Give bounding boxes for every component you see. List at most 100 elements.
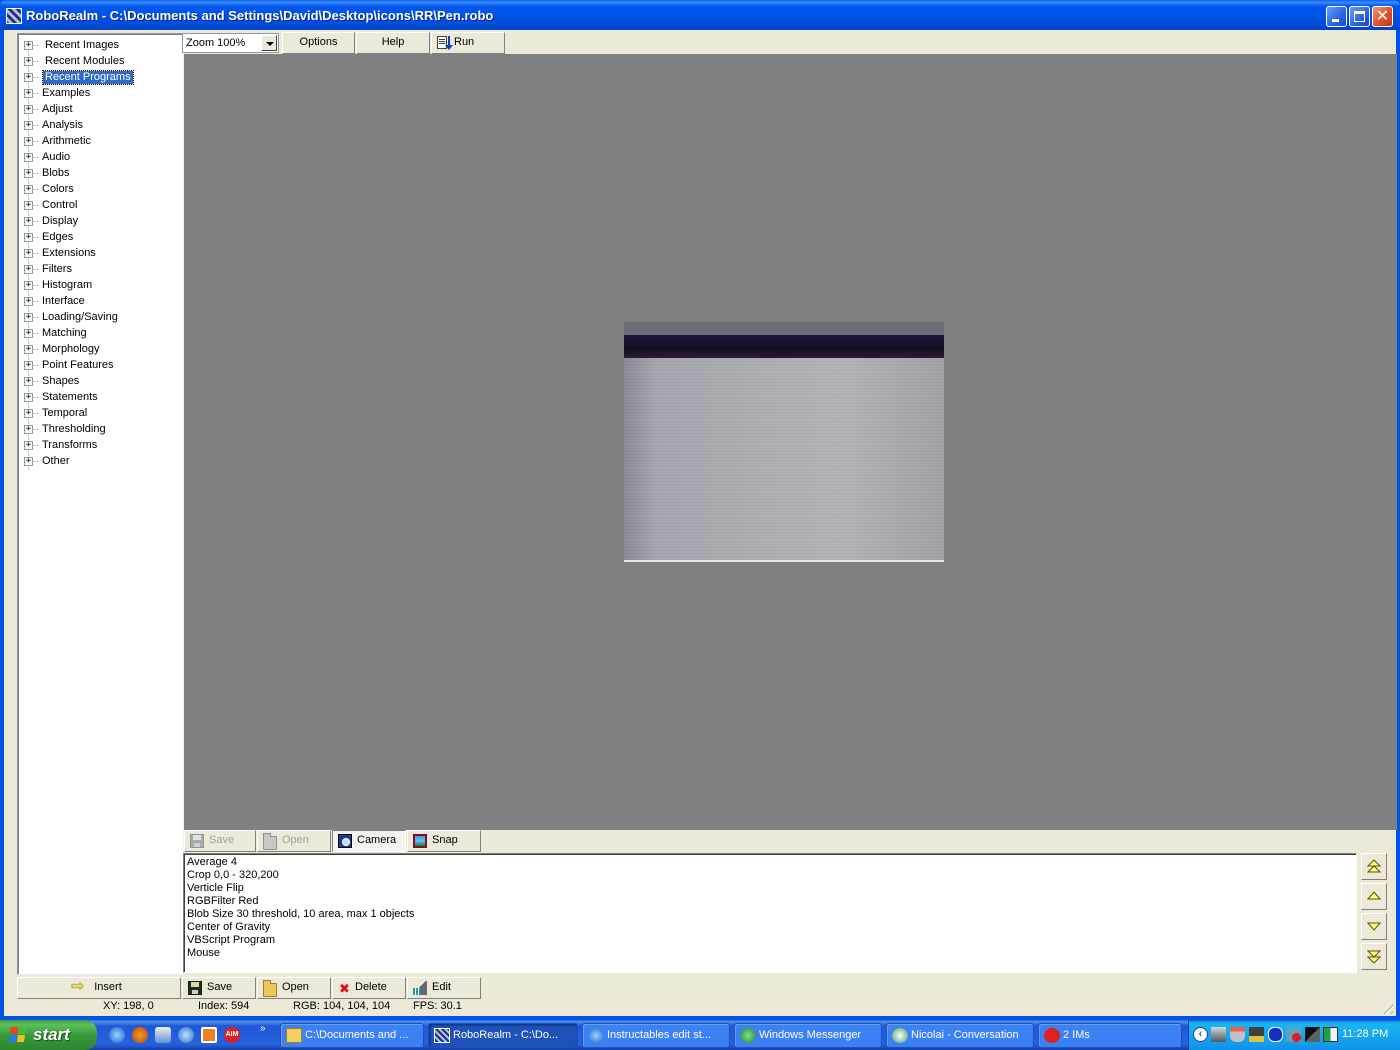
tree-item-label[interactable]: Recent Modules xyxy=(43,55,127,68)
module-tree[interactable]: + Recent Images + Recent Modules + Recent Pro… xyxy=(17,33,184,975)
bluetooth-icon[interactable] xyxy=(1268,1027,1283,1042)
run-button[interactable]: Run xyxy=(431,32,505,54)
messenger-status-icon[interactable] xyxy=(1286,1027,1301,1042)
skype-icon[interactable] xyxy=(178,1027,194,1043)
image-viewport[interactable] xyxy=(184,54,1397,830)
aim-icon[interactable]: AIM xyxy=(224,1027,240,1043)
tree-item-label[interactable]: Transforms xyxy=(40,439,99,452)
tree-item-label[interactable]: Recent Programs xyxy=(42,70,134,85)
taskbar-button[interactable]: Windows Messenger xyxy=(734,1023,882,1048)
tree-item[interactable]: + Arithmetic xyxy=(18,134,178,150)
plus-expand-icon[interactable]: + xyxy=(24,57,33,66)
plus-expand-icon[interactable]: + xyxy=(24,393,33,402)
plus-expand-icon[interactable]: + xyxy=(24,185,33,194)
tray-expand-button[interactable]: ‹ xyxy=(1193,1027,1208,1042)
display-icon[interactable] xyxy=(1305,1027,1320,1042)
taskbar-button[interactable]: Instructables edit st... xyxy=(582,1023,730,1048)
tree-item-label[interactable]: Point Features xyxy=(40,359,116,372)
tree-item-label[interactable]: Extensions xyxy=(40,247,98,260)
internet-explorer-icon[interactable] xyxy=(109,1027,125,1043)
plus-expand-icon[interactable]: + xyxy=(24,73,33,82)
zoom-dropdown[interactable]: Zoom 100% xyxy=(182,33,279,53)
tree-item[interactable]: + Recent Modules xyxy=(18,54,178,70)
program-open-button[interactable]: Open xyxy=(257,977,331,999)
plus-expand-icon[interactable]: + xyxy=(24,137,33,146)
tree-item-label[interactable]: Examples xyxy=(40,87,92,100)
tree-item-label[interactable]: Display xyxy=(40,215,80,228)
tree-item-label[interactable]: Thresholding xyxy=(40,423,108,436)
tree-item[interactable]: + Analysis xyxy=(18,118,178,134)
firefox-icon[interactable] xyxy=(132,1027,148,1043)
tree-item[interactable]: + Statements xyxy=(18,390,178,406)
app-tray-icon[interactable] xyxy=(1323,1027,1338,1042)
program-step[interactable]: Mouse xyxy=(187,947,1353,960)
move-up-button[interactable] xyxy=(1361,883,1387,910)
tree-item[interactable]: + Interface xyxy=(18,294,178,310)
image-save-button[interactable]: Save xyxy=(184,830,256,852)
tree-item-label[interactable]: Loading/Saving xyxy=(40,311,120,324)
plus-expand-icon[interactable]: + xyxy=(24,217,33,226)
tree-item-label[interactable]: Matching xyxy=(40,327,89,340)
tree-item-label[interactable]: Audio xyxy=(40,151,72,164)
maximize-button[interactable] xyxy=(1349,6,1370,27)
plus-expand-icon[interactable]: + xyxy=(24,265,33,274)
clock-icon[interactable] xyxy=(201,1027,217,1043)
plus-expand-icon[interactable]: + xyxy=(24,457,33,466)
delete-button[interactable]: Delete xyxy=(332,977,406,999)
tree-item[interactable]: + Point Features xyxy=(18,358,178,374)
edit-button[interactable]: Edit xyxy=(407,977,481,999)
move-to-bottom-button[interactable] xyxy=(1361,943,1387,970)
tree-item[interactable]: + Temporal xyxy=(18,406,178,422)
taskbar-button[interactable]: RoboRealm - C:\Do... xyxy=(428,1023,578,1048)
tree-item-label[interactable]: Statements xyxy=(40,391,100,404)
start-button[interactable]: start xyxy=(0,1020,97,1050)
tree-item-label[interactable]: Morphology xyxy=(40,343,101,356)
program-step[interactable]: Center of Gravity xyxy=(187,921,1353,934)
plus-expand-icon[interactable]: + xyxy=(24,441,33,450)
tree-item[interactable]: + Adjust xyxy=(18,102,178,118)
tree-item-label[interactable]: Interface xyxy=(40,295,87,308)
chevron-down-icon[interactable] xyxy=(261,35,277,51)
program-step[interactable]: Average 4 xyxy=(187,856,1353,869)
outlook-icon[interactable] xyxy=(155,1027,171,1043)
title-bar[interactable]: RoboRealm - C:\Documents and Settings\Da… xyxy=(0,0,1400,30)
program-pipeline-list[interactable]: Average 4 Crop 0,0 - 320,200 Verticle Flip… xyxy=(183,853,1357,973)
tree-item[interactable]: + Audio xyxy=(18,150,178,166)
taskbar-button[interactable]: 2 IMs xyxy=(1038,1023,1182,1048)
tree-item-label[interactable]: Control xyxy=(40,199,79,212)
tree-item[interactable]: + Recent Images xyxy=(18,38,178,54)
tree-item[interactable]: + Recent Programs xyxy=(18,70,178,86)
tree-item-label[interactable]: Adjust xyxy=(40,103,75,116)
program-save-button[interactable]: Save xyxy=(182,977,256,999)
roborealm-app-icon[interactable] xyxy=(6,8,22,24)
program-step[interactable]: Verticle Flip xyxy=(187,882,1353,895)
plus-expand-icon[interactable]: + xyxy=(24,121,33,130)
tree-item-label[interactable]: Colors xyxy=(40,183,76,196)
plus-expand-icon[interactable]: + xyxy=(24,169,33,178)
tree-item-label[interactable]: Recent Images xyxy=(43,39,121,52)
tree-item[interactable]: + Control xyxy=(18,198,178,214)
plus-expand-icon[interactable]: + xyxy=(24,297,33,306)
tree-item-label[interactable]: Other xyxy=(40,455,72,468)
program-step[interactable]: Blob Size 30 threshold, 10 area, max 1 o… xyxy=(187,908,1353,921)
plus-expand-icon[interactable]: + xyxy=(24,329,33,338)
move-to-top-button[interactable] xyxy=(1361,853,1387,880)
program-step[interactable]: Crop 0,0 - 320,200 xyxy=(187,869,1353,882)
tree-item[interactable]: + Morphology xyxy=(18,342,178,358)
plus-expand-icon[interactable]: + xyxy=(24,153,33,162)
quick-launch-more-button[interactable]: » xyxy=(260,1023,266,1034)
plus-expand-icon[interactable]: + xyxy=(24,409,33,418)
tree-item-label[interactable]: Histogram xyxy=(40,279,94,292)
tree-item-label[interactable]: Filters xyxy=(40,263,74,276)
tree-item[interactable]: + Histogram xyxy=(18,278,178,294)
plus-expand-icon[interactable]: + xyxy=(24,361,33,370)
tree-item[interactable]: + Examples xyxy=(18,86,178,102)
options-button[interactable]: Options xyxy=(282,32,355,54)
program-step[interactable]: RGBFilter Red xyxy=(187,895,1353,908)
network-computer-icon[interactable] xyxy=(1249,1027,1264,1042)
tree-item[interactable]: + Other xyxy=(18,454,178,470)
tree-item[interactable]: + Filters xyxy=(18,262,178,278)
tree-item[interactable]: + Matching xyxy=(18,326,178,342)
move-down-button[interactable] xyxy=(1361,913,1387,940)
minimize-button[interactable] xyxy=(1326,6,1347,27)
